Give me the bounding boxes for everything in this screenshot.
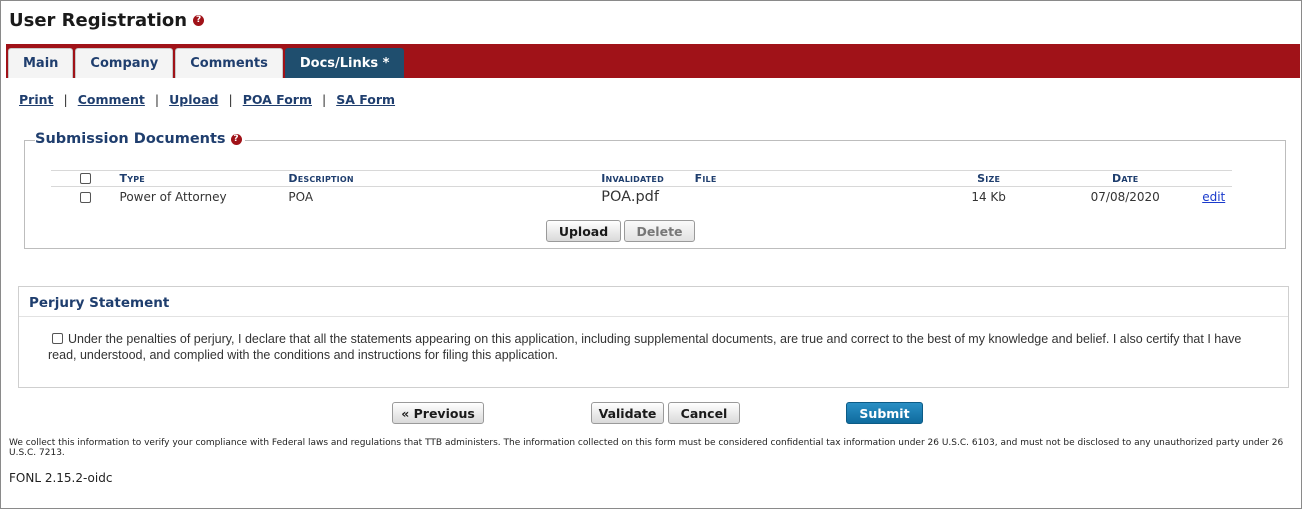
print-link[interactable]: Print [19,92,54,107]
upload-link[interactable]: Upload [169,92,218,107]
tab-docs-links[interactable]: Docs/Links * [284,48,405,78]
row-description: POA [288,190,314,204]
tab-comments[interactable]: Comments [175,48,283,78]
row-checkbox[interactable] [79,191,91,203]
submission-documents-legend: Submission Documents ? [35,131,245,147]
divider [19,316,1288,317]
tab-list: Main Company Comments Docs/Links * [8,48,405,78]
version-label: FONL 2.15.2-oidc [9,471,113,485]
help-icon[interactable]: ? [193,15,205,26]
table-row: Power of Attorney POA POA.pdf 14 Kb 07/0… [51,187,1232,207]
perjury-statement-text: Under the penalties of perjury, I declar… [48,332,1242,362]
edit-link[interactable]: edit [1202,190,1225,204]
separator: | [154,92,160,107]
row-size: 14 Kb [971,190,1006,204]
separator: | [63,92,68,107]
col-type[interactable]: Type [120,172,289,185]
upload-button[interactable]: Upload [546,220,621,242]
row-date: 07/08/2020 [1090,190,1160,204]
tab-main[interactable]: Main [8,48,74,78]
delete-button[interactable]: Delete [624,220,695,242]
col-size[interactable]: Size [929,172,1048,185]
col-invalidated[interactable]: Invalidated [601,172,694,185]
row-type: Power of Attorney [119,190,227,204]
separator: | [228,92,233,107]
separator: | [321,92,327,107]
select-all-checkbox[interactable] [79,173,91,184]
cancel-button[interactable]: Cancel [668,402,740,424]
privacy-notice: We collect this information to verify yo… [9,438,1284,458]
comment-link[interactable]: Comment [78,92,145,107]
submit-button[interactable]: Submit [846,402,923,424]
col-file[interactable]: File [695,172,929,185]
poa-form-link[interactable]: POA Form [243,92,312,107]
page-title: User Registration ? [9,10,205,31]
perjury-statement-title: Perjury Statement [29,295,170,311]
table-header: Type Description Invalidated File Size D… [51,170,1232,187]
previous-button[interactable]: « Previous [392,402,484,424]
action-links: Print | Comment | Upload | POA Form | SA… [19,92,395,107]
validate-button[interactable]: Validate [591,402,664,424]
sa-form-link[interactable]: SA Form [336,92,395,107]
help-icon[interactable]: ? [230,133,242,145]
documents-table: Type Description Invalidated File Size D… [51,170,1232,207]
col-date[interactable]: Date [1048,172,1202,185]
submission-documents-title: Submission Documents [35,131,226,147]
tab-company[interactable]: Company [75,48,174,78]
row-file-name[interactable]: POA.pdf [601,189,694,205]
page-title-text: User Registration [9,10,188,31]
col-description[interactable]: Description [288,172,601,185]
